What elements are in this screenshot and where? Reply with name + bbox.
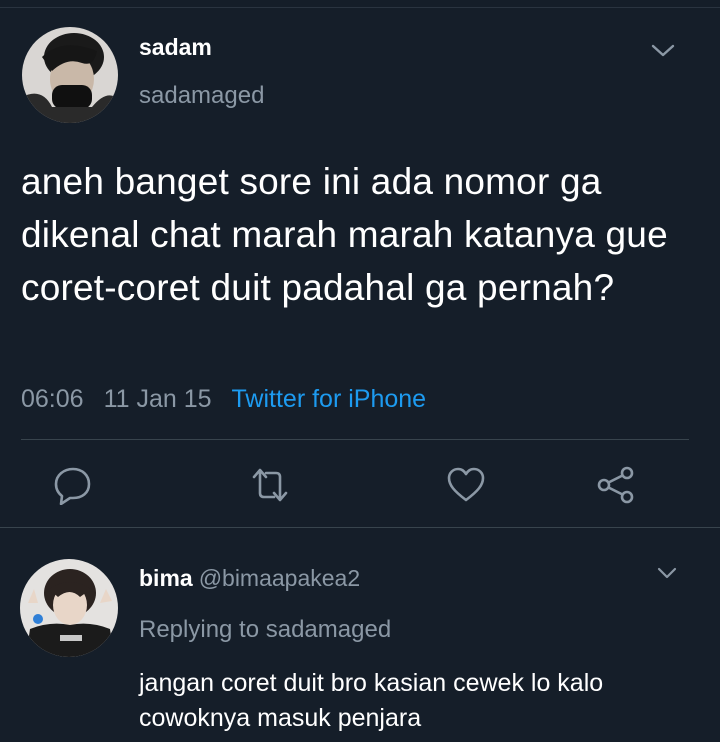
reply-icon[interactable] (53, 465, 93, 506)
retweet-icon[interactable] (250, 465, 290, 505)
tweet-source-link[interactable]: Twitter for iPhone (232, 385, 427, 413)
author-name[interactable]: sadam (139, 34, 212, 61)
main-tweet: sadam sadamaged aneh banget sore ini ada… (0, 0, 720, 527)
reply-author-handle[interactable]: @bimaapakea2 (199, 565, 360, 591)
author-handle[interactable]: sadamaged (139, 82, 264, 110)
reply-author-avatar[interactable] (20, 559, 118, 657)
tweet-separator (0, 527, 720, 528)
replying-to[interactable]: Replying to sadamaged (139, 616, 391, 644)
chevron-down-icon[interactable] (650, 41, 676, 59)
tweet-date: 11 Jan 15 (103, 385, 212, 413)
divider (21, 439, 689, 440)
tweet-text: aneh banget sore ini ada nomor ga dikena… (21, 161, 668, 308)
like-icon[interactable] (446, 465, 486, 505)
reply-text: jangan coret duit bro kasian cewek lo ka… (139, 669, 604, 732)
chevron-down-icon[interactable] (656, 565, 678, 581)
tweet-meta: 06:06 11 Jan 15 Twitter for iPhone (21, 385, 426, 414)
tweet-time: 06:06 (21, 385, 84, 413)
reply-header: bima @bimaapakea2 (139, 565, 360, 592)
share-icon[interactable] (596, 465, 636, 505)
reply-author-name[interactable]: bima (139, 565, 193, 591)
author-avatar[interactable] (22, 27, 118, 123)
